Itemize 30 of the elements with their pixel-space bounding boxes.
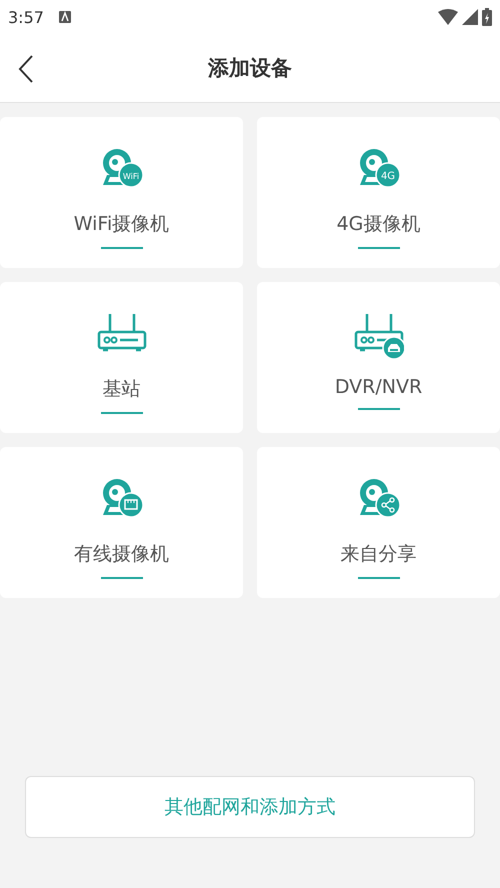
- badge-label: WiFi: [122, 172, 139, 181]
- device-card[interactable]: WiFi WiFi摄像机: [0, 117, 243, 268]
- signal-icon: [462, 9, 478, 25]
- device-card[interactable]: 来自分享: [257, 447, 500, 598]
- device-label: 有线摄像机: [74, 542, 169, 567]
- device-card[interactable]: DVR/NVR: [257, 282, 500, 433]
- battery-icon: [482, 8, 492, 26]
- device-label: WiFi摄像机: [74, 212, 170, 237]
- camera-icon: [102, 479, 144, 518]
- camera-icon: [360, 149, 400, 188]
- underline: [100, 412, 142, 414]
- badge-label: 4G: [380, 171, 395, 182]
- underline: [100, 577, 142, 579]
- device-label: 4G摄像机: [336, 212, 420, 237]
- camera-icon: [360, 479, 400, 518]
- device-card[interactable]: 4G 4G摄像机: [257, 117, 500, 268]
- device-label: 基站: [102, 377, 140, 402]
- underline: [358, 577, 400, 579]
- device-label: 来自分享: [340, 542, 416, 567]
- status-time: 3:57: [8, 8, 44, 26]
- underline: [100, 247, 142, 249]
- camera-icon: [102, 149, 144, 188]
- notification-icon: [58, 10, 72, 24]
- underline: [358, 408, 400, 410]
- device-card[interactable]: 基站: [0, 282, 243, 433]
- page-title: 添加设备: [208, 55, 292, 82]
- device-label: DVR/NVR: [334, 376, 422, 398]
- underline: [358, 247, 400, 249]
- device-card[interactable]: 有线摄像机: [0, 447, 243, 598]
- wifi-icon: [438, 9, 458, 25]
